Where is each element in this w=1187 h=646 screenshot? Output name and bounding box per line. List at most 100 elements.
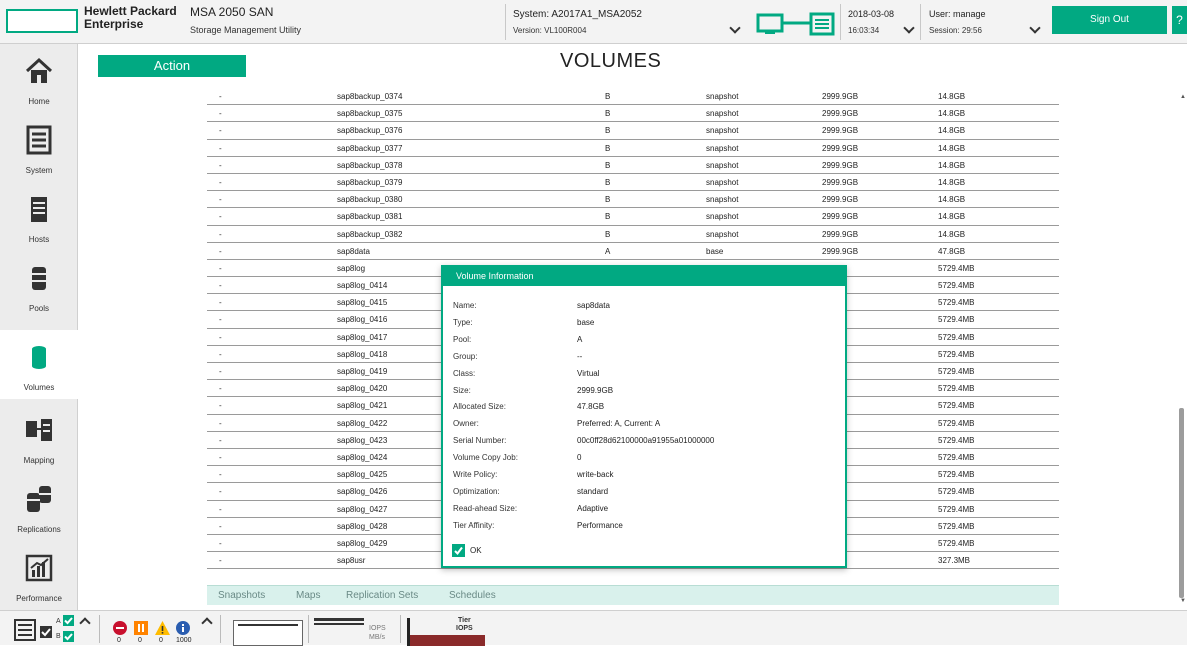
row-name-cell: sap8log_0428	[337, 521, 388, 531]
dialog-field-label: Write Policy:	[453, 470, 498, 479]
sidebar-item-hosts[interactable]: Hosts	[0, 182, 78, 251]
system-icon[interactable]	[14, 619, 36, 641]
row-pool-cell: B	[605, 195, 611, 205]
sidebar-item-pools[interactable]: Pools	[0, 251, 78, 320]
expand-events-icon[interactable]	[201, 617, 213, 629]
sidebar-item-replications[interactable]: Replications	[0, 472, 78, 541]
sidebar-item-volumes[interactable]: Volumes	[0, 330, 79, 399]
row-name-cell: sap8log_0425	[337, 470, 388, 480]
brand-line-2: Enterprise	[84, 17, 144, 31]
row-allocated-cell: 5729.4MB	[938, 487, 975, 497]
sidebar-item-mapping[interactable]: Mapping	[0, 403, 78, 472]
scroll-up-icon[interactable]: ▲	[1180, 94, 1186, 100]
error-icon[interactable]	[113, 621, 127, 635]
row-name-cell: sap8backup_0375	[337, 109, 403, 119]
sidebar-item-label: Mapping	[23, 456, 55, 465]
sidebar: Home System Hosts Pools Volumes Mapping …	[0, 44, 79, 610]
row-allocated-cell: 5729.4MB	[938, 504, 975, 514]
expand-status-icon[interactable]	[79, 617, 91, 629]
row-type-cell: snapshot	[706, 92, 739, 101]
row-allocated-cell: 327.3MB	[938, 556, 971, 566]
scrollbar-thumb[interactable]	[1179, 408, 1184, 598]
row-pool-cell: B	[605, 229, 611, 239]
row-allocated-cell: 5729.4MB	[938, 298, 975, 308]
row-name-cell: sap8data	[337, 246, 370, 256]
sidebar-item-system[interactable]: System	[0, 113, 78, 182]
header-divider	[505, 4, 506, 40]
dialog-field-label: Pool:	[453, 334, 472, 344]
sidebar-item-label: Home	[28, 97, 50, 106]
dialog-field-value: 0	[577, 453, 582, 463]
sidebar-item-label: System	[25, 166, 53, 175]
capacity-graph[interactable]	[233, 620, 303, 646]
sidebar-item-home[interactable]: Home	[0, 44, 78, 113]
table-row[interactable]: - sap8backup_0376 Bsnapshot 2999.9GB 14.8GB	[207, 122, 1059, 140]
row-group-cell: -	[219, 281, 222, 291]
row-size-cell: 2999.9GB	[822, 212, 859, 222]
table-row[interactable]: - sap8backup_0375 Bsnapshot 2999.9GB 14.8GB	[207, 105, 1059, 123]
sign-out-button[interactable]: Sign Out	[1052, 6, 1167, 34]
table-row[interactable]: - sap8backup_0377 Bsnapshot 2999.9GB 14.8GB	[207, 140, 1059, 157]
tab-maps[interactable]: Maps	[296, 590, 320, 601]
row-name-cell: sap8log_0419	[337, 367, 388, 376]
row-name-cell: sap8log_0426	[337, 487, 388, 497]
footer-divider	[400, 615, 401, 643]
detail-tab-bar: Snapshots Maps Replication Sets Schedule…	[207, 585, 1059, 605]
hpe-logo	[6, 9, 78, 33]
sidebar-item-label: Pools	[28, 304, 49, 313]
tab-snapshots[interactable]: Snapshots	[218, 590, 265, 601]
row-type-cell: snapshot	[706, 143, 739, 153]
table-row[interactable]: - sap8backup_0380 Bsnapshot 2999.9GB 14.8GB	[207, 191, 1059, 209]
volume-information-dialog: Volume Information Name: sap8data Type: bas…	[441, 265, 847, 568]
table-row[interactable]: - sap8backup_0379 Bsnapshot 2999.9GB 14.8GB	[207, 174, 1059, 192]
row-allocated-cell: 14.8GB	[938, 126, 966, 136]
system-time: 16:03:34	[848, 26, 880, 35]
dialog-field-value: base	[577, 317, 595, 327]
tab-schedules[interactable]: Schedules	[449, 590, 496, 601]
warning-icon[interactable]	[155, 621, 170, 635]
brand-name: Hewlett Packard Enterprise	[84, 5, 177, 31]
scroll-down-icon[interactable]: ▼	[1180, 598, 1186, 604]
table-row[interactable]: - sap8backup_0374 Bsnapshot 2999.9GB 14.8GB	[207, 88, 1059, 106]
system-icon	[26, 125, 52, 155]
table-row[interactable]: - sap8backup_0382 Bsnapshot 2999.9GB 14.8GB	[207, 226, 1059, 243]
row-name-cell: sap8log_0417	[337, 332, 388, 342]
system-status-icon[interactable]	[755, 12, 837, 36]
critical-icon[interactable]	[134, 621, 148, 635]
row-type-cell: base	[706, 246, 724, 256]
user-dropdown-icon[interactable]	[1029, 22, 1041, 34]
controller-b-label: B	[56, 633, 61, 640]
row-type-cell: snapshot	[706, 160, 739, 170]
dialog-field-label: Owner:	[453, 419, 479, 429]
header-divider	[840, 4, 841, 40]
action-button[interactable]: Action	[98, 55, 246, 77]
tier-iops-bar[interactable]	[410, 635, 485, 646]
table-row[interactable]: - sap8backup_0378 Bsnapshot 2999.9GB 14.8GB	[207, 157, 1059, 174]
row-pool-cell: B	[605, 126, 611, 136]
help-button[interactable]: ?	[1172, 6, 1187, 34]
row-group-cell: -	[219, 143, 222, 153]
table-row[interactable]: - sap8backup_0381 Bsnapshot 2999.9GB 14.8GB	[207, 208, 1059, 226]
dialog-field-label: Read-ahead Size:	[453, 503, 518, 513]
system-dropdown-icon[interactable]	[729, 22, 741, 34]
row-allocated-cell: 5729.4MB	[938, 521, 975, 531]
system-name: System: A2017A1_MSA2052	[513, 9, 642, 20]
sidebar-item-performance[interactable]: Performance	[0, 541, 78, 610]
system-version: Version: VL100R004	[513, 26, 587, 35]
dialog-title: Volume Information	[443, 267, 845, 286]
dialog-field-value: write-back	[577, 470, 614, 479]
page-title: VOLUMES	[560, 50, 662, 72]
header-divider	[920, 4, 921, 40]
table-row[interactable]: - sap8data Abase 2999.9GB 47.8GB	[207, 243, 1059, 260]
dialog-field-value: standard	[577, 486, 609, 496]
row-group-cell: -	[219, 212, 222, 222]
tab-replication-sets[interactable]: Replication Sets	[346, 590, 418, 601]
row-allocated-cell: 14.8GB	[938, 143, 966, 153]
dialog-field-label: Volume Copy Job:	[453, 453, 518, 463]
info-icon[interactable]	[176, 621, 190, 635]
sidebar-item-label: Performance	[16, 594, 62, 603]
row-allocated-cell: 14.8GB	[938, 109, 966, 119]
row-group-cell: -	[219, 263, 222, 273]
date-dropdown-icon[interactable]	[903, 22, 915, 34]
dialog-field-value: --	[577, 351, 583, 361]
